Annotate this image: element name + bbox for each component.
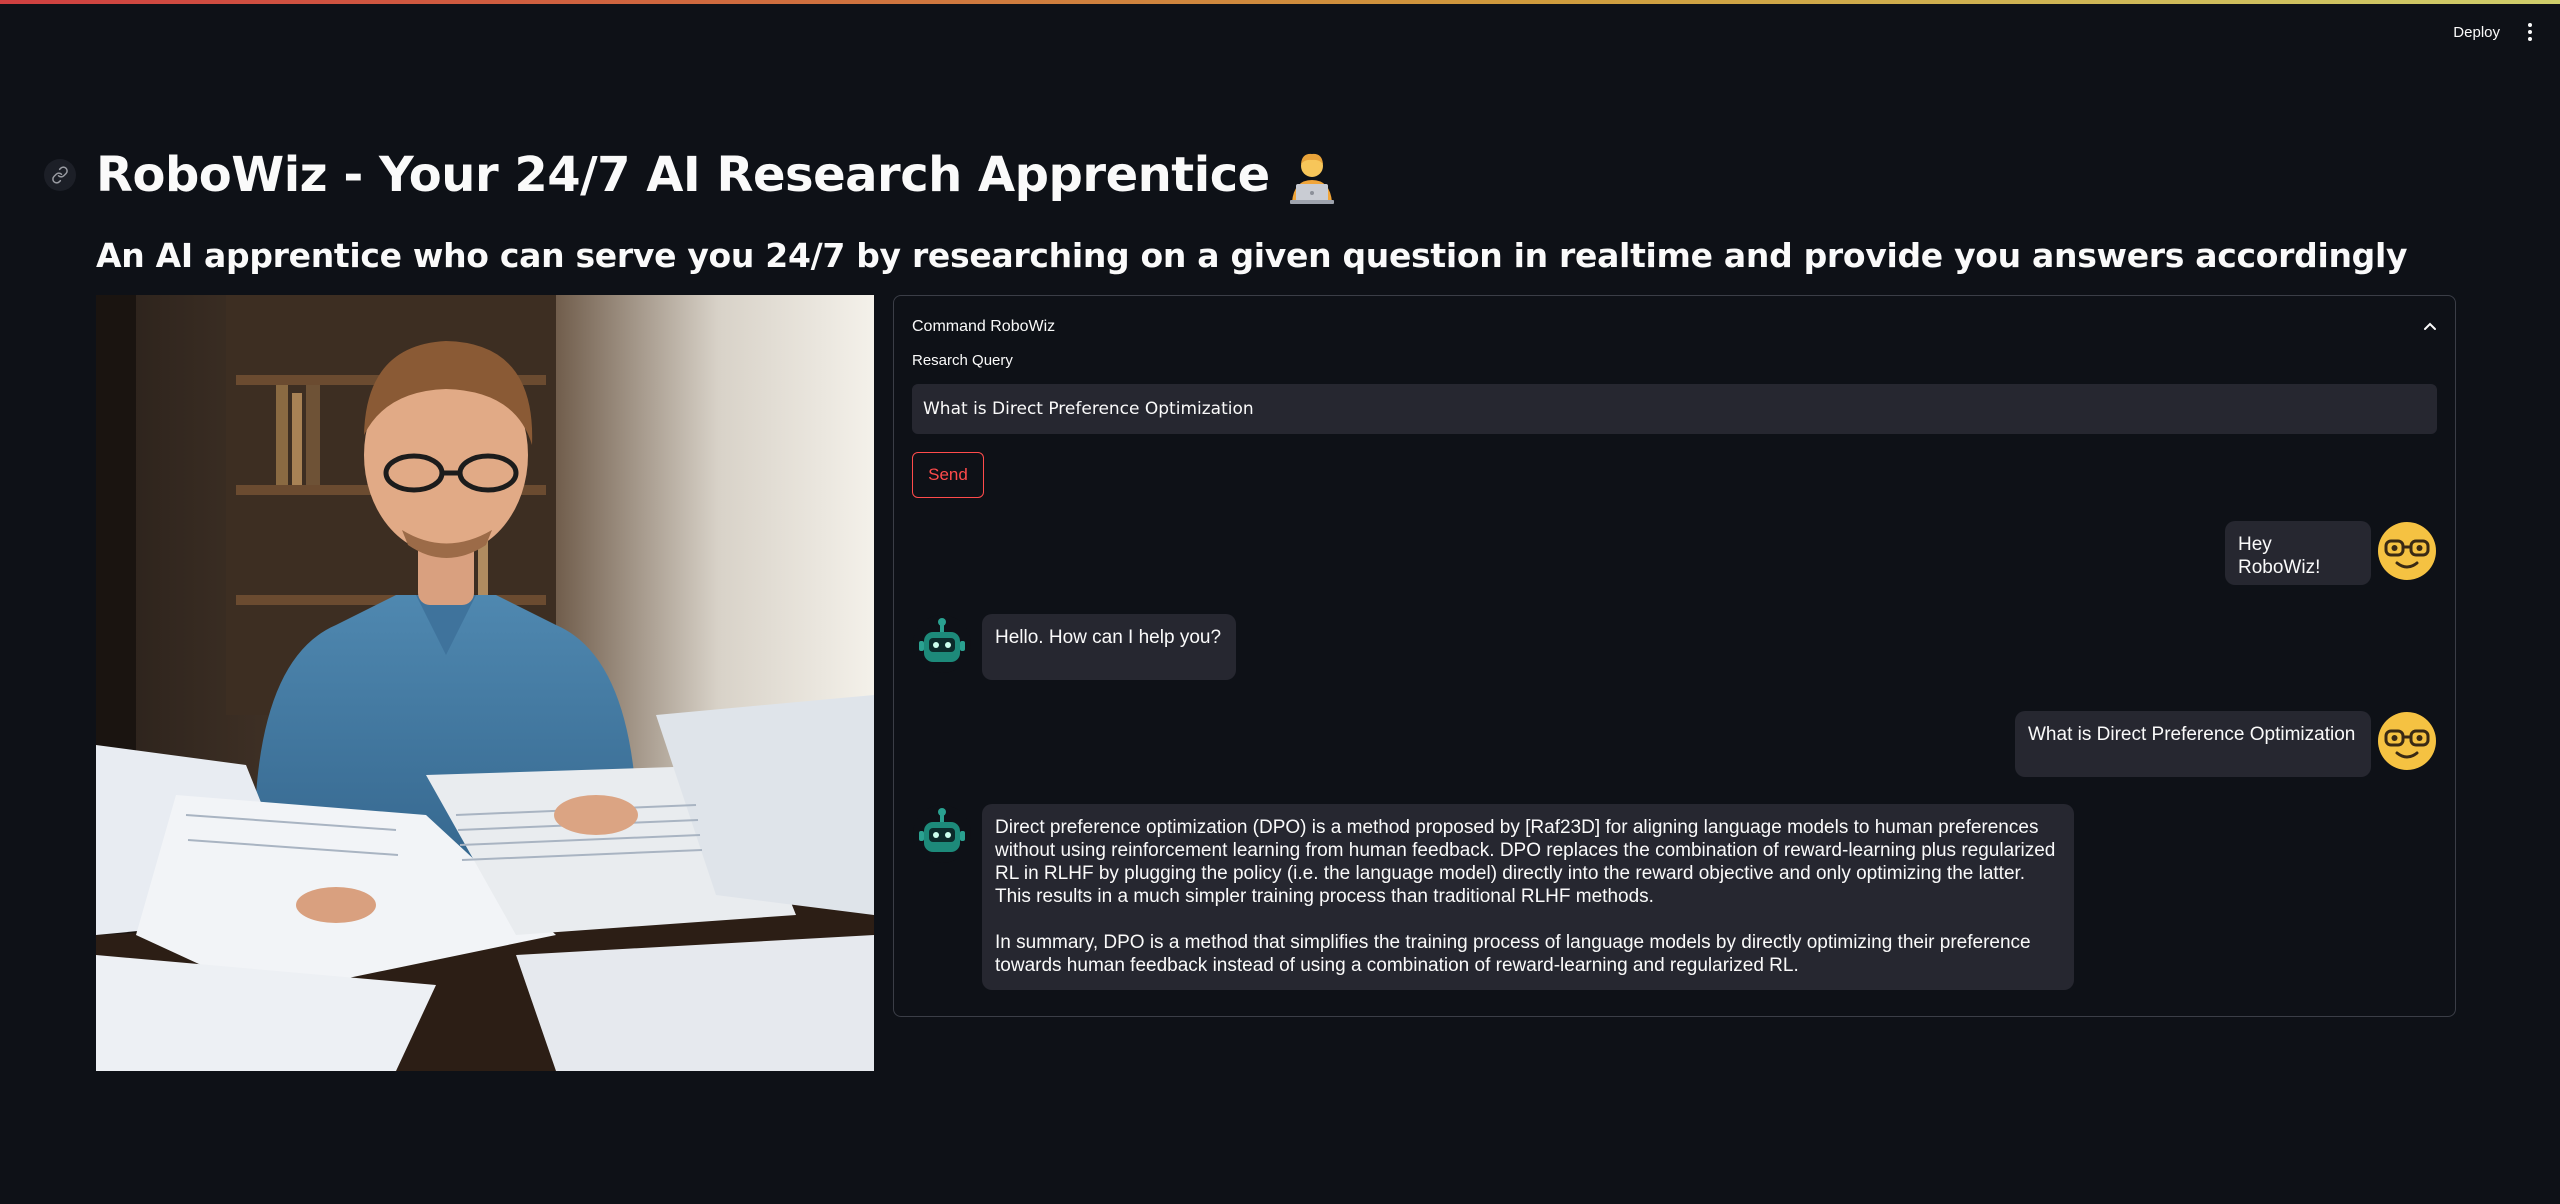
user-message-bubble: What is Direct Preference Optimization: [2015, 711, 2371, 777]
user-avatar-nerd-icon: [2378, 712, 2436, 770]
robot-avatar-icon: [913, 805, 971, 863]
link-icon[interactable]: [44, 159, 76, 191]
app-header: Deploy: [2441, 14, 2560, 50]
user-message-bubble: Hey RoboWiz!: [2225, 521, 2371, 585]
research-query-input[interactable]: [912, 384, 2437, 434]
page-title-text: RoboWiz - Your 24/7 AI Research Apprenti…: [96, 147, 1270, 203]
send-button[interactable]: Send: [912, 452, 984, 498]
chat-message-bot: Hello. How can I help you?: [912, 614, 1236, 680]
user-avatar-nerd-icon: [2378, 522, 2436, 580]
bot-message-bubble: Hello. How can I help you?: [982, 614, 1236, 680]
header-decoration-bar: [0, 0, 2560, 4]
message-text: Hey RoboWiz!: [2238, 534, 2321, 578]
chat-message-bot: Direct preference optimization (DPO) is …: [912, 804, 2074, 990]
message-text: What is Direct Preference Optimization: [2028, 724, 2356, 745]
deploy-button[interactable]: Deploy: [2441, 18, 2512, 47]
robot-avatar-icon: [913, 615, 971, 673]
researcher-photo: [96, 295, 874, 1071]
command-expander: Command RoboWiz Resarch Query Send Hey R…: [893, 295, 2456, 1017]
query-label: Resarch Query: [912, 352, 1013, 369]
bot-message-bubble: Direct preference optimization (DPO) is …: [982, 804, 2074, 990]
technologist-emoji-icon: [1289, 153, 1334, 204]
message-paragraph: Direct preference optimization (DPO) is …: [995, 817, 2056, 907]
message-text: Hello. How can I help you?: [995, 627, 1222, 648]
chevron-up-icon[interactable]: [2423, 320, 2437, 334]
page-title: RoboWiz - Your 24/7 AI Research Apprenti…: [96, 140, 1340, 210]
expander-header[interactable]: Command RoboWiz: [912, 310, 2437, 344]
more-vertical-icon[interactable]: [2518, 20, 2542, 44]
message-paragraph: In summary, DPO is a method that simplif…: [995, 932, 2031, 976]
page-subtitle: An AI apprentice who can serve you 24/7 …: [96, 236, 2408, 275]
expander-title: Command RoboWiz: [912, 318, 1056, 335]
chat-message-user: Hey RoboWiz!: [2225, 521, 2437, 585]
chat-message-user: What is Direct Preference Optimization: [2015, 711, 2437, 777]
